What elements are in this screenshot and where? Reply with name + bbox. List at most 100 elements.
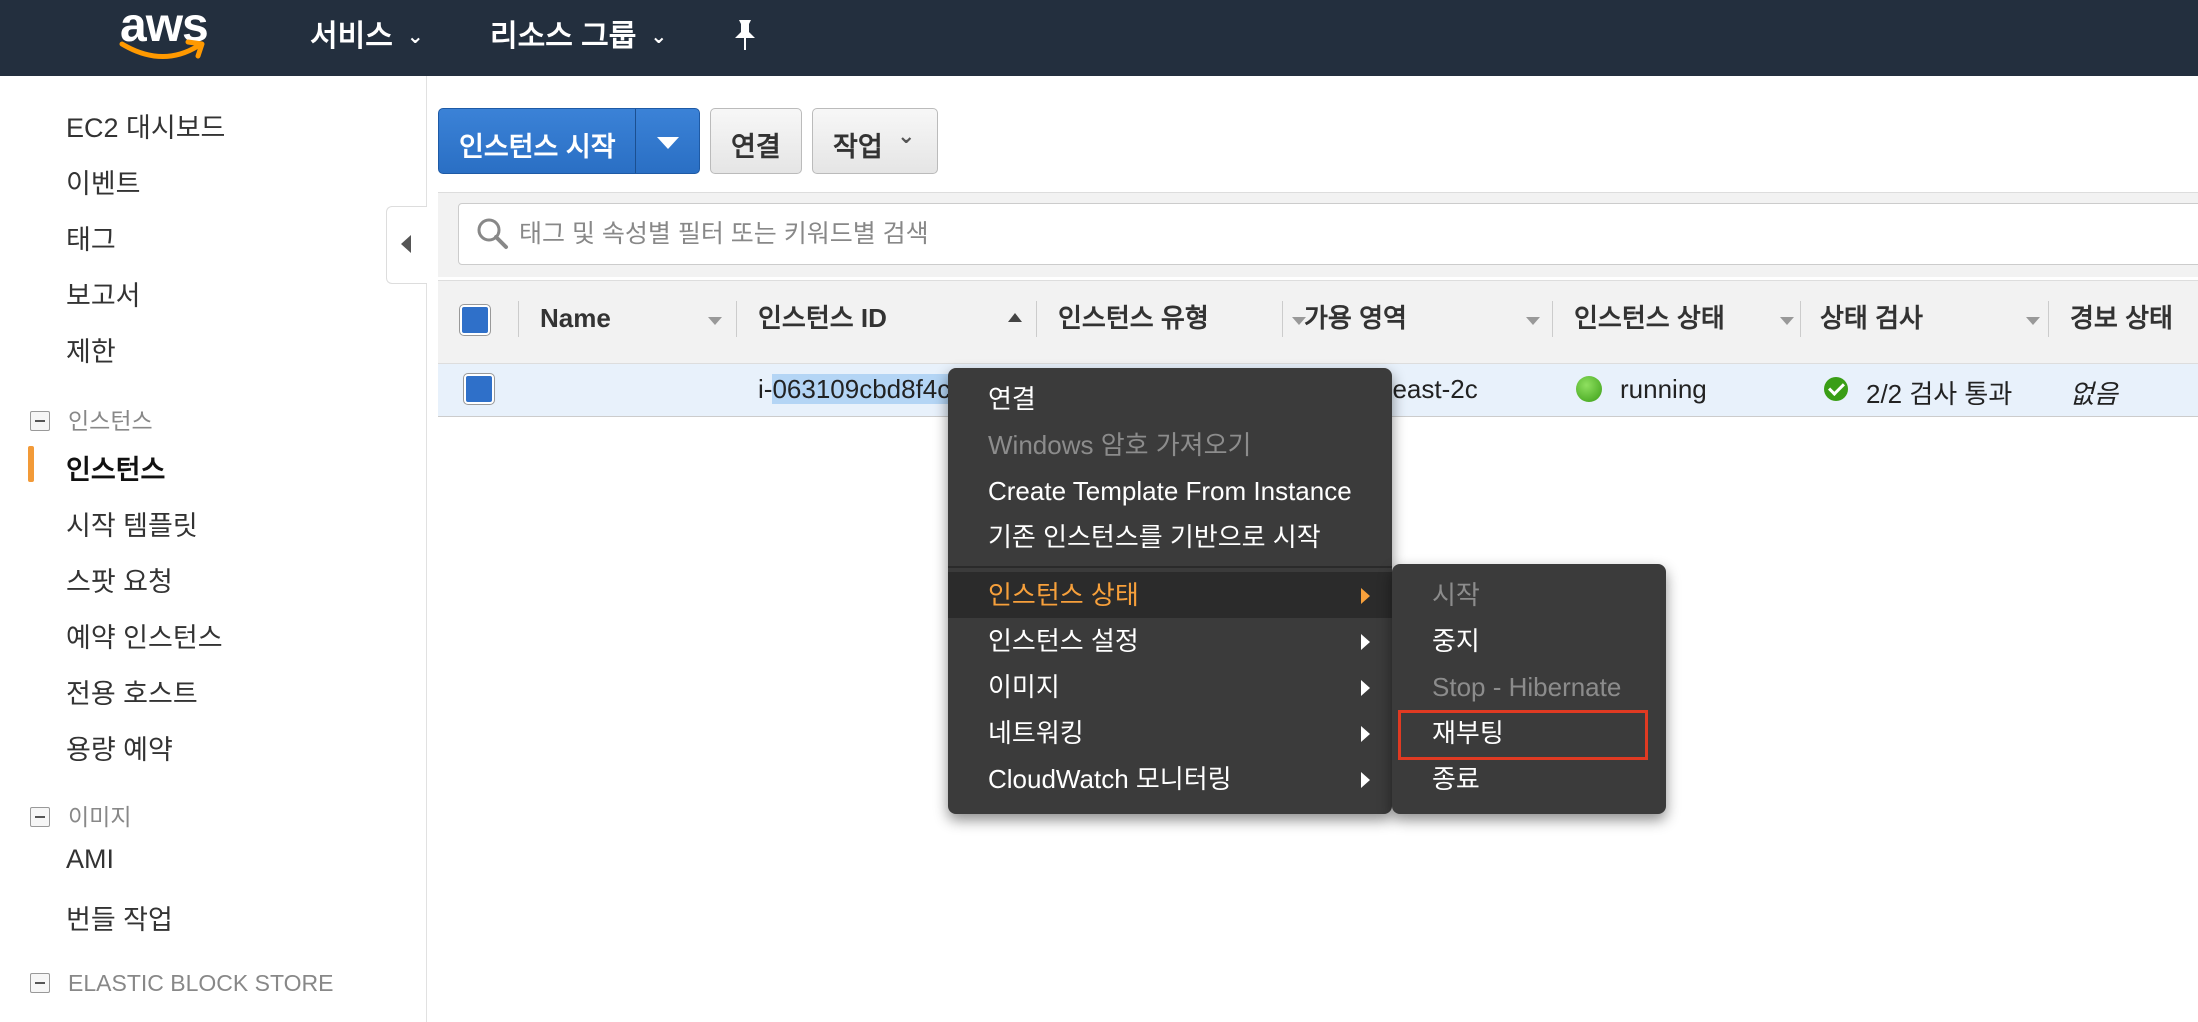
sidebar-item-instances[interactable]: 인스턴스 — [66, 448, 165, 487]
sort-caret-icon — [1780, 317, 1794, 325]
submenu-item-stop[interactable]: 중지 — [1392, 618, 1666, 664]
submenu-item-stop-hibernate: Stop - Hibernate — [1392, 664, 1666, 710]
highlight-box — [1398, 710, 1648, 760]
sidebar-section-instances[interactable]: 인스턴스 — [30, 402, 153, 436]
sidebar-section-images[interactable]: 이미지 — [30, 798, 131, 832]
sort-caret-icon — [708, 317, 722, 325]
aws-smile-icon — [119, 39, 205, 59]
sidebar-item-dedicated-hosts[interactable]: 전용 호스트 — [66, 672, 198, 711]
column-separator — [518, 301, 519, 337]
cell-status-checks[interactable]: 2/2 검사 통과 — [1866, 374, 2012, 411]
column-header-instance-type[interactable]: 인스턴스 유형 — [1058, 281, 1306, 363]
column-header-label: 상태 검사 — [1820, 303, 1923, 333]
actions-label: 작업 — [833, 132, 883, 162]
column-separator — [1036, 301, 1037, 337]
menu-item-label: 종료 — [1432, 764, 1480, 794]
cell-availability-zone: heast-2c — [1378, 374, 1478, 404]
submenu-item-start: 시작 — [1392, 572, 1666, 618]
nav-services-menu[interactable]: 서비스 ⌄ — [310, 14, 424, 60]
sort-caret-icon — [1526, 317, 1540, 325]
column-header-instance-id[interactable]: 인스턴스 ID — [758, 281, 1022, 363]
sidebar-item-events[interactable]: 이벤트 — [66, 162, 141, 201]
column-header-alarm-status[interactable]: 경보 상태 — [2070, 281, 2198, 363]
menu-item-label: 이미지 — [988, 672, 1060, 702]
column-header-status-checks[interactable]: 상태 검사 — [1820, 281, 2060, 363]
column-header-instance-state[interactable]: 인스턴스 상태 — [1574, 281, 1814, 363]
menu-separator — [948, 566, 1392, 568]
chevron-down-icon: ⌄ — [406, 26, 424, 48]
sidebar-item-reserved-instances[interactable]: 예약 인스턴스 — [66, 616, 223, 655]
sidebar-section-label: 인스턴스 — [68, 408, 153, 434]
running-status-dot-icon — [1576, 376, 1602, 402]
sidebar-item-ec2-dashboard[interactable]: EC2 대시보드 — [66, 106, 225, 145]
sidebar-item-capacity-reservations[interactable]: 용량 예약 — [66, 728, 173, 767]
menu-item-instance-settings[interactable]: 인스턴스 설정 — [948, 618, 1392, 664]
submenu-arrow-icon — [1361, 726, 1370, 742]
chevron-down-icon: ⌄ — [897, 123, 916, 148]
submenu-arrow-icon — [1361, 680, 1370, 696]
aws-logo[interactable]: aws — [116, 0, 216, 66]
submenu-arrow-icon — [1361, 634, 1370, 650]
column-header-label: 인스턴스 ID — [758, 303, 887, 333]
column-separator — [1800, 301, 1801, 337]
table-header: Name 인스턴스 ID 인스턴스 유형 가용 영역 인스턴스 상태 상태 검사… — [438, 280, 2198, 364]
check-circle-icon — [1824, 377, 1848, 401]
menu-item-label: Create Template From Instance — [988, 476, 1352, 506]
menu-item-networking[interactable]: 네트워킹 — [948, 710, 1392, 756]
search-bar-container — [438, 192, 2198, 277]
cell-instance-state: running — [1620, 374, 1707, 404]
sidebar-collapse-button[interactable] — [386, 206, 427, 284]
column-header-label: 인스턴스 유형 — [1058, 303, 1209, 333]
button-divider — [635, 109, 636, 173]
sidebar-item-tags[interactable]: 태그 — [66, 218, 116, 257]
menu-item-label: 기존 인스턴스를 기반으로 시작 — [988, 522, 1321, 552]
menu-item-cloudwatch-monitoring[interactable]: CloudWatch 모니터링 — [948, 756, 1392, 802]
column-separator — [2048, 301, 2049, 337]
sidebar: EC2 대시보드 이벤트 태그 보고서 제한 인스턴스 인스턴스 시작 템플릿 … — [0, 76, 427, 1022]
row-checkbox[interactable] — [464, 374, 494, 404]
sidebar-item-ami[interactable]: AMI — [66, 844, 114, 875]
sidebar-section-ebs[interactable]: ELASTIC BLOCK STORE — [30, 970, 333, 997]
column-header-label: 경보 상태 — [2070, 303, 2173, 333]
launch-instance-button[interactable]: 인스턴스 시작 — [438, 108, 700, 174]
menu-item-connect[interactable]: 연결 — [948, 376, 1392, 422]
actions-button[interactable]: 작업 ⌄ — [812, 108, 938, 174]
column-separator — [1552, 301, 1553, 337]
menu-item-image[interactable]: 이미지 — [948, 664, 1392, 710]
nav-services-label: 서비스 — [310, 20, 393, 53]
sidebar-item-launch-templates[interactable]: 시작 템플릿 — [66, 504, 198, 543]
nav-resource-groups-menu[interactable]: 리소스 그룹 ⌄ — [490, 14, 667, 60]
column-separator — [1282, 301, 1283, 337]
sidebar-section-label: 이미지 — [68, 804, 132, 830]
menu-item-label: 인스턴스 상태 — [988, 580, 1139, 610]
connect-button[interactable]: 연결 — [710, 108, 802, 174]
menu-item-instance-state[interactable]: 인스턴스 상태 — [948, 572, 1392, 618]
sidebar-item-reports[interactable]: 보고서 — [66, 274, 141, 313]
select-all-checkbox[interactable] — [460, 305, 490, 335]
menu-item-create-template[interactable]: Create Template From Instance — [948, 468, 1392, 514]
collapse-minus-icon — [30, 806, 50, 827]
column-header-label: Name — [540, 303, 611, 333]
sidebar-item-bundle-tasks[interactable]: 번들 작업 — [66, 898, 173, 937]
submenu-arrow-icon — [1361, 588, 1370, 604]
instance-state-submenu: 시작 중지 Stop - Hibernate 재부팅 종료 — [1392, 564, 1666, 814]
search-box[interactable] — [458, 203, 2198, 265]
menu-item-get-windows-password: Windows 암호 가져오기 — [948, 422, 1392, 468]
menu-item-label: CloudWatch 모니터링 — [988, 764, 1232, 794]
pushpin-icon[interactable] — [730, 18, 760, 64]
sidebar-item-spot-requests[interactable]: 스팟 요청 — [66, 560, 173, 599]
search-input[interactable] — [517, 212, 2121, 256]
menu-item-launch-more-like-this[interactable]: 기존 인스턴스를 기반으로 시작 — [948, 514, 1392, 560]
search-icon — [477, 218, 508, 249]
submenu-arrow-icon — [1361, 772, 1370, 788]
sort-caret-icon — [2026, 317, 2040, 325]
column-header-name[interactable]: Name — [540, 281, 722, 363]
menu-item-label: 연결 — [988, 384, 1036, 414]
sidebar-item-limits[interactable]: 제한 — [66, 330, 116, 369]
sort-ascending-icon — [1008, 313, 1022, 322]
menu-item-label: 네트워킹 — [988, 718, 1084, 748]
column-header-availability-zone[interactable]: 가용 영역 — [1304, 281, 1540, 363]
column-header-label: 가용 영역 — [1304, 303, 1407, 333]
submenu-item-terminate[interactable]: 종료 — [1392, 756, 1666, 802]
caret-down-icon[interactable] — [657, 137, 679, 149]
